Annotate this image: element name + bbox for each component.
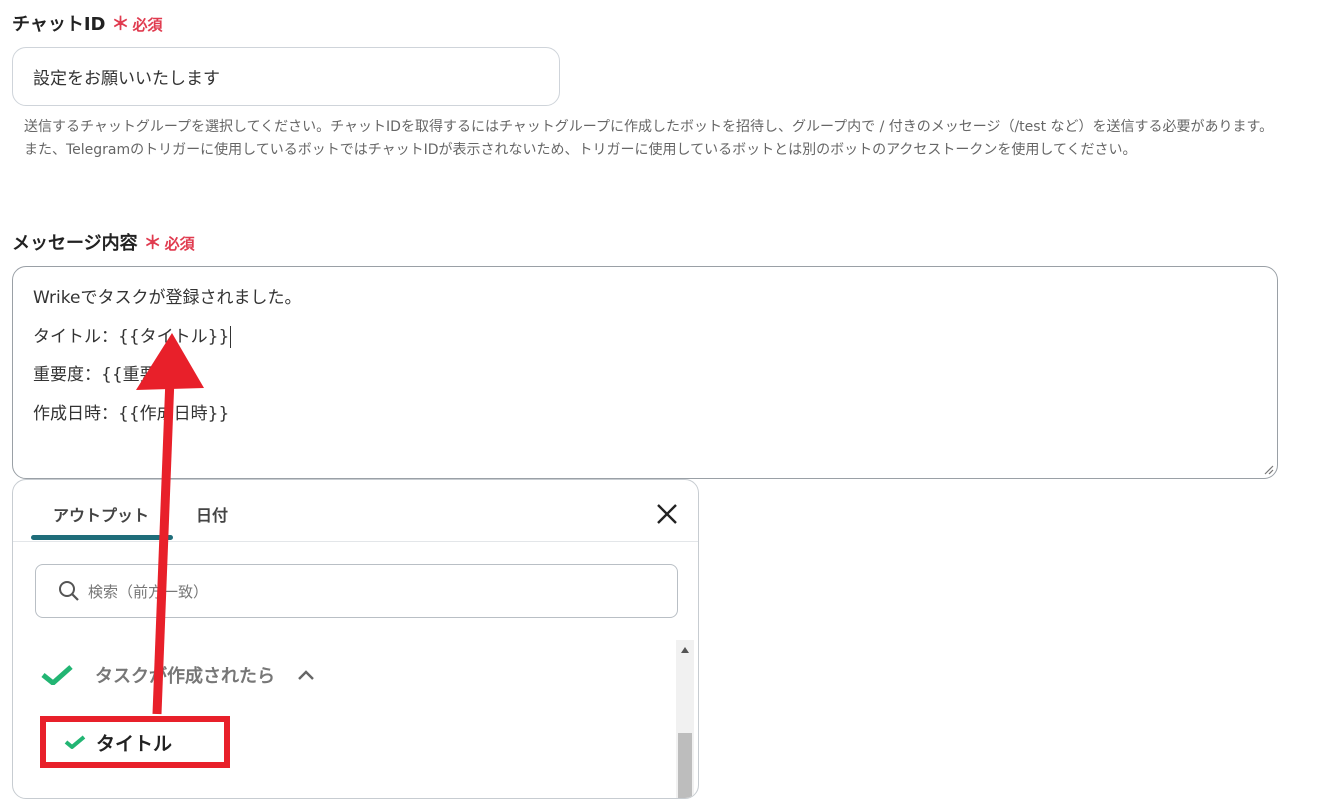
close-icon[interactable] <box>655 502 679 526</box>
message-line-2-text: タイトル：{{タイトル}} <box>33 326 230 347</box>
chat-id-value: 設定をお願いいたします <box>33 69 220 89</box>
search-placeholder: 検索（前方一致） <box>88 582 209 601</box>
tab-output[interactable]: アウトプット <box>53 502 149 526</box>
wrike-check-icon <box>41 665 73 685</box>
check-icon <box>64 735 86 749</box>
group-label: タスクが作成されたら <box>95 666 275 687</box>
chat-id-label: チャットID ＊ 必須 <box>12 10 162 36</box>
output-item-label: タイトル <box>96 732 173 755</box>
message-textarea[interactable]: Wrikeでタスクが登録されました。 タイトル：{{タイトル}} 重要度：{{重… <box>12 266 1278 479</box>
scrollbar[interactable] <box>676 640 694 798</box>
active-tab-indicator <box>31 535 173 540</box>
message-line-1: Wrikeでタスクが登録されました。 <box>33 288 302 308</box>
required-badge: ＊ 必須 <box>111 10 162 36</box>
output-item-title[interactable]: タイトル <box>40 716 230 768</box>
chat-id-help-text: 送信するチャットグループを選択してください。チャットIDを取得するにはチャットグ… <box>24 119 1274 158</box>
resize-grip-icon[interactable] <box>1264 465 1274 475</box>
scroll-up-icon[interactable] <box>680 646 690 654</box>
chat-id-input[interactable]: 設定をお願いいたします <box>12 47 560 106</box>
message-label: メッセージ内容 ＊ 必須 <box>12 229 195 255</box>
message-line-3: 重要度：{{重要度}} <box>33 365 196 385</box>
output-group-header[interactable]: タスクが作成されたら <box>27 645 327 705</box>
search-icon <box>59 581 79 601</box>
message-line-4: 作成日時：{{作成日時}} <box>33 403 230 424</box>
chat-id-label-text: チャットID <box>12 14 106 35</box>
required-star: ＊ <box>111 14 130 35</box>
chevron-up-icon[interactable] <box>297 669 315 681</box>
required-text: 必須 <box>132 16 163 34</box>
required-badge: ＊ 必須 <box>144 229 195 255</box>
required-star: ＊ <box>143 233 162 254</box>
text-caret <box>230 325 232 348</box>
tab-date[interactable]: 日付 <box>196 502 228 526</box>
required-text: 必須 <box>164 235 195 253</box>
scroll-thumb[interactable] <box>678 733 692 798</box>
search-input[interactable]: 検索（前方一致） <box>35 564 678 618</box>
message-label-text: メッセージ内容 <box>12 233 138 254</box>
message-line-2: タイトル：{{タイトル}} <box>33 324 1257 363</box>
picker-tabs: アウトプット 日付 <box>13 480 698 542</box>
